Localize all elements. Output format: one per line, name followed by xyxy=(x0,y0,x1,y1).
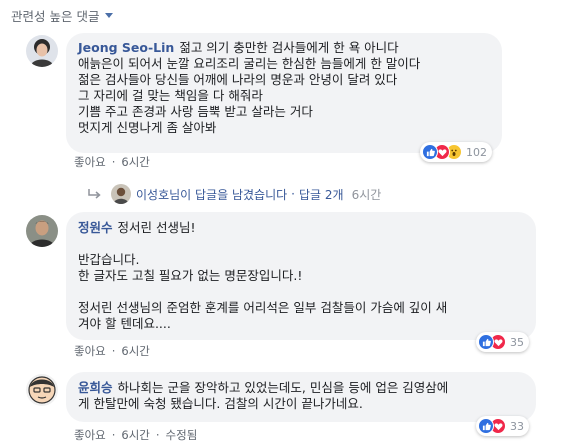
edited-label[interactable]: 수정됨 xyxy=(166,427,198,443)
like-button[interactable]: 좋아요 xyxy=(74,154,106,170)
comment-text-line: 기쁨 주고 존경과 사랑 듬뿍 받고 살라는 거다 xyxy=(78,104,313,119)
reaction-summary[interactable]: 33 xyxy=(476,416,529,436)
comment-author[interactable]: 정원수 xyxy=(78,220,113,235)
reply-count: 답글 2개 xyxy=(298,187,344,202)
comment-body: 정원수 정서린 선생님! 반갑습니다. 한 글자도 고칠 필요가 없는 명문장입니… xyxy=(78,220,524,332)
reaction-summary[interactable]: 102 xyxy=(420,142,492,162)
view-replies-link[interactable]: 이성호님이 답글을 남겼습니다 · 답글 2개 6시간 xyxy=(88,184,381,204)
reaction-count: 102 xyxy=(466,145,487,159)
reply-summary-text: 이성호님이 답글을 남겼습니다 xyxy=(136,187,288,202)
reply-arrow-icon xyxy=(88,189,101,199)
comment-author[interactable]: 윤희승 xyxy=(78,380,113,395)
comment-text-line: 반갑습니다. xyxy=(78,252,140,267)
comment-text-line: 한 글자도 고칠 필요가 없는 명문장입니다.! xyxy=(78,268,303,283)
like-button[interactable]: 좋아요 xyxy=(74,343,106,359)
like-icon xyxy=(478,334,494,350)
comment-text-line: 멋지게 신명나게 좀 살아봐 xyxy=(78,120,217,135)
avatar[interactable] xyxy=(26,35,58,67)
comment-text-line: 젊고 의기 충만한 검사들에게 한 욕 아니다 xyxy=(179,40,399,55)
comment-bubble: Jeong Seo-Lin 젊고 의기 충만한 검사들에게 한 욕 아니다 애늙은… xyxy=(66,33,502,153)
comment-timestamp[interactable]: 6시간 xyxy=(121,154,149,170)
comment-timestamp[interactable]: 6시간 xyxy=(121,343,149,359)
comment-body: Jeong Seo-Lin 젊고 의기 충만한 검사들에게 한 욕 아니다 애늙은… xyxy=(78,40,490,136)
comment-bubble: 정원수 정서린 선생님! 반갑습니다. 한 글자도 고칠 필요가 없는 명문장입니… xyxy=(66,212,536,340)
comment-body: 윤희승 하나회는 군을 장악하고 있었는데도, 민심을 등에 업은 김영삼에 게 … xyxy=(78,380,524,412)
comment-actions: 좋아요 · 6시간 xyxy=(74,343,150,359)
comment-text-line: 겨야 할 텐데요.... xyxy=(78,316,171,331)
like-button[interactable]: 좋아요 xyxy=(74,427,106,443)
like-icon xyxy=(422,144,438,160)
comment-author[interactable]: Jeong Seo-Lin xyxy=(78,40,174,55)
comment-text-line: 하나회는 군을 장악하고 있었는데도, 민심을 등에 업은 김영삼에 xyxy=(117,380,449,395)
chevron-down-icon xyxy=(105,13,114,18)
reply-timestamp: 6시간 xyxy=(351,187,382,202)
comment-bubble: 윤희승 하나회는 군을 장악하고 있었는데도, 민심을 등에 업은 김영삼에 게 … xyxy=(66,372,536,422)
comment-text-line: 정서린 선생님의 준엄한 훈계를 어리석은 일부 검찰들이 가슴에 깊이 새 xyxy=(78,300,448,315)
sort-label: 관련성 높은 댓글 xyxy=(11,8,100,24)
avatar[interactable] xyxy=(26,215,58,247)
comment-text-line: 그 자리에 걸 맞는 책임을 다 해줘라 xyxy=(78,88,263,103)
comment-text-line: 정서린 선생님! xyxy=(117,220,196,235)
like-icon xyxy=(478,418,494,434)
reaction-count: 35 xyxy=(510,335,524,349)
avatar[interactable] xyxy=(26,374,58,406)
comment-text-line: 애늙은이 되어서 눈깔 요리조리 굴리는 한심한 늠들에게 한 말이다 xyxy=(78,56,421,71)
reaction-count: 33 xyxy=(510,419,524,433)
comment-text-line: 게 한탈만에 숙청 됐습니다. 검찰의 시간이 끝나가네요. xyxy=(78,396,363,411)
avatar xyxy=(111,184,131,204)
reaction-summary[interactable]: 35 xyxy=(476,332,529,352)
comment-text-line: 젊은 검사들아 당신들 어깨에 나라의 명운과 안녕이 달려 있다 xyxy=(78,72,398,87)
comment-timestamp[interactable]: 6시간 xyxy=(121,427,149,443)
comment-actions: 좋아요 · 6시간 · 수정됨 xyxy=(74,427,198,443)
comment-sort-dropdown[interactable]: 관련성 높은 댓글 xyxy=(11,5,114,25)
comment-actions: 좋아요 · 6시간 xyxy=(74,154,150,170)
